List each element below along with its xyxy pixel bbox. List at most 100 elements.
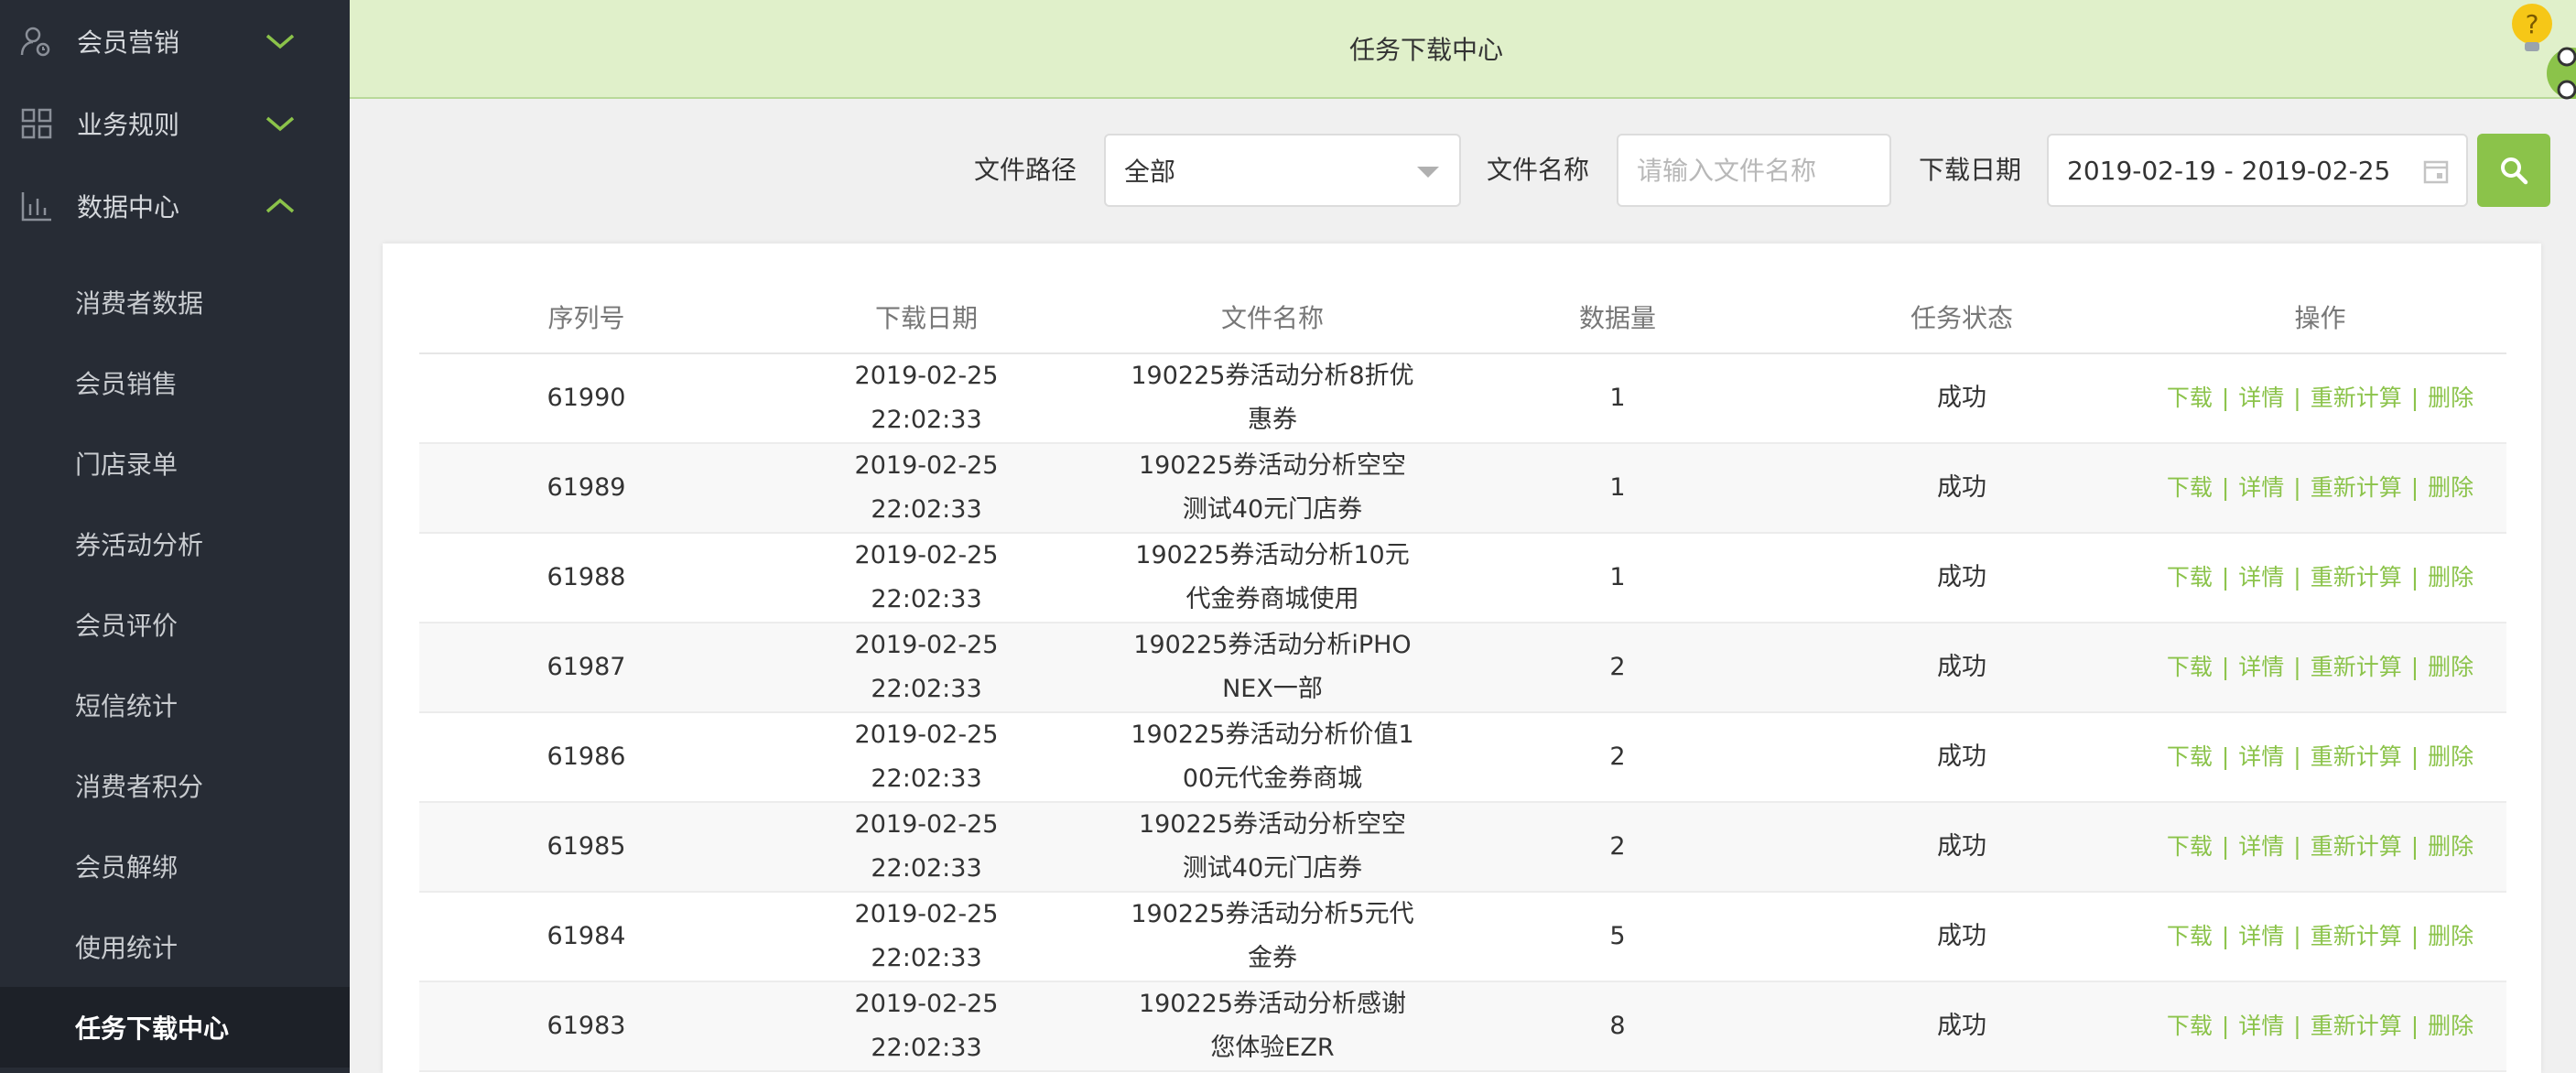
action-separator: | <box>2293 385 2301 411</box>
download-link[interactable]: 下载 <box>2167 385 2213 411</box>
sidebar-item-consumer-points[interactable]: 消费者积分 <box>0 745 350 826</box>
date-text: 2019-02-25 22:02:33 <box>854 451 999 524</box>
action-separator: | <box>2293 923 2301 949</box>
cell-count: 1 <box>1445 443 1790 534</box>
cell-date: 2019-02-25 22:02:33 <box>753 712 1099 803</box>
detail-link[interactable]: 详情 <box>2238 385 2284 411</box>
menu-group-data-center[interactable]: 数据中心 <box>0 165 350 247</box>
delete-link[interactable]: 删除 <box>2428 385 2473 411</box>
download-link[interactable]: 下载 <box>2167 654 2213 680</box>
cell-count: 2 <box>1445 712 1790 803</box>
cell-date: 2019-02-25 22:02:33 <box>753 533 1099 623</box>
filename-text: 190225券活动分析空空测试40元门店券 <box>1138 451 1407 524</box>
download-link[interactable]: 下载 <box>2167 564 2213 591</box>
menu-group-business-rules[interactable]: 业务规则 <box>0 82 350 165</box>
delete-link[interactable]: 删除 <box>2428 1013 2473 1039</box>
recalculate-link[interactable]: 重新计算 <box>2311 1013 2402 1039</box>
recalculate-link[interactable]: 重新计算 <box>2311 474 2402 501</box>
filename-text: 190225券活动分析感谢您体验EZR <box>1138 990 1407 1062</box>
recalculate-link[interactable]: 重新计算 <box>2311 564 2402 591</box>
chevron-down-icon <box>265 116 295 132</box>
download-link[interactable]: 下载 <box>2167 833 2213 860</box>
download-link[interactable]: 下载 <box>2167 743 2213 770</box>
cell-date: 2019-02-25 22:02:33 <box>753 623 1099 713</box>
cell-status: 成功 <box>1790 802 2134 893</box>
action-separator: | <box>2221 654 2230 680</box>
cell-actions: 下载 | 详情 | 重新计算 | 删除 <box>2134 353 2506 444</box>
delete-link[interactable]: 删除 <box>2428 743 2473 770</box>
sidebar-item-sms-stats[interactable]: 短信统计 <box>0 665 350 745</box>
cell-filename: 190225券活动分析感谢您体验EZR <box>1099 981 1445 1072</box>
menu-group-label: 会员营销 <box>77 27 180 58</box>
date-text: 2019-02-25 22:02:33 <box>854 900 999 972</box>
detail-link[interactable]: 详情 <box>2238 1013 2284 1039</box>
svg-text:?: ? <box>2526 9 2539 39</box>
cell-filename: 190225券活动分析5元代金券 <box>1099 892 1445 982</box>
cell-filename: 190225券活动分析10元代金券商城使用 <box>1099 533 1445 623</box>
table-header-row: 序列号 下载日期 文件名称 数据量 任务状态 操作 <box>419 280 2506 354</box>
delete-link[interactable]: 删除 <box>2428 654 2473 680</box>
sidebar-item-coupon-analysis[interactable]: 券活动分析 <box>0 504 350 584</box>
download-link[interactable]: 下载 <box>2167 1013 2213 1039</box>
table-row: 61985 2019-02-25 22:02:33 190225券活动分析空空测试4… <box>419 802 2506 893</box>
data-center-submenu: 消费者数据 会员销售 门店录单 券活动分析 会员评价 短信统计 消费者积分 会员… <box>0 247 350 1068</box>
cell-date: 2019-02-25 22:02:33 <box>753 353 1099 444</box>
download-link[interactable]: 下载 <box>2167 923 2213 949</box>
detail-link[interactable]: 详情 <box>2238 923 2284 949</box>
cell-status: 成功 <box>1790 533 2134 623</box>
search-icon <box>2501 157 2528 185</box>
delete-link[interactable]: 删除 <box>2428 564 2473 591</box>
delete-link[interactable]: 删除 <box>2428 833 2473 860</box>
task-table-card: 序列号 下载日期 文件名称 数据量 任务状态 操作 61990 2019-02-2… <box>383 244 2541 1073</box>
recalculate-link[interactable]: 重新计算 <box>2311 385 2402 411</box>
action-separator: | <box>2221 1013 2230 1039</box>
sidebar-item-consumer-data[interactable]: 消费者数据 <box>0 262 350 342</box>
sidebar-item-member-unbind[interactable]: 会员解绑 <box>0 826 350 906</box>
cell-date: 2019-02-25 22:02:33 <box>753 981 1099 1072</box>
chevron-up-icon <box>265 198 295 213</box>
action-separator: | <box>2221 474 2230 501</box>
page-header: 任务下载中心 ? <box>350 0 2576 100</box>
cell-actions: 下载 | 详情 | 重新计算 | 删除 <box>2134 533 2506 623</box>
recalculate-link[interactable]: 重新计算 <box>2311 743 2402 770</box>
cell-actions: 下载 | 详情 | 重新计算 | 删除 <box>2134 802 2506 893</box>
date-text: 2019-02-25 22:02:33 <box>854 631 999 703</box>
sidebar-item-store-orders[interactable]: 门店录单 <box>0 423 350 504</box>
cell-status: 成功 <box>1790 892 2134 982</box>
delete-link[interactable]: 删除 <box>2428 923 2473 949</box>
table-row: 61988 2019-02-25 22:02:33 190225券活动分析10元代金… <box>419 533 2506 623</box>
action-separator: | <box>2221 923 2230 949</box>
detail-link[interactable]: 详情 <box>2238 474 2284 501</box>
cell-actions: 下载 | 详情 | 重新计算 | 删除 <box>2134 712 2506 803</box>
sidebar-item-member-reviews[interactable]: 会员评价 <box>0 584 350 665</box>
cell-date: 2019-02-25 22:02:33 <box>753 892 1099 982</box>
recalculate-link[interactable]: 重新计算 <box>2311 654 2402 680</box>
column-header-status: 任务状态 <box>1790 280 2134 354</box>
file-name-input[interactable] <box>1637 155 1889 186</box>
search-button[interactable] <box>2477 134 2550 207</box>
cell-status: 成功 <box>1790 712 2134 803</box>
cell-id: 61987 <box>419 623 753 713</box>
detail-link[interactable]: 详情 <box>2238 743 2284 770</box>
cell-count: 1 <box>1445 353 1790 444</box>
menu-group-member-marketing[interactable]: 会员营销 <box>0 0 350 82</box>
recalculate-link[interactable]: 重新计算 <box>2311 833 2402 860</box>
sidebar-item-member-sales[interactable]: 会员销售 <box>0 342 350 423</box>
delete-link[interactable]: 删除 <box>2428 474 2473 501</box>
sidebar-item-usage-stats[interactable]: 使用统计 <box>0 906 350 987</box>
action-separator: | <box>2293 1013 2301 1039</box>
filter-bar: 文件路径 全部 文件名称 下载日期 2019-02-19 - 2019-02-2… <box>350 134 2576 207</box>
recalculate-link[interactable]: 重新计算 <box>2311 923 2402 949</box>
detail-link[interactable]: 详情 <box>2238 564 2284 591</box>
download-link[interactable]: 下载 <box>2167 474 2213 501</box>
detail-link[interactable]: 详情 <box>2238 833 2284 860</box>
cell-id: 61988 <box>419 533 753 623</box>
sidebar-item-task-download-center[interactable]: 任务下载中心 <box>0 987 350 1068</box>
detail-link[interactable]: 详情 <box>2238 654 2284 680</box>
table-row: 61990 2019-02-25 22:02:33 190225券活动分析8折优惠券… <box>419 353 2506 444</box>
cell-id: 61984 <box>419 892 753 982</box>
filename-text: 190225券活动分析8折优惠券 <box>1131 362 1414 434</box>
date-range-picker[interactable]: 2019-02-19 - 2019-02-25 <box>2047 134 2468 207</box>
action-separator: | <box>2221 385 2230 411</box>
file-path-select[interactable]: 全部 <box>1104 134 1461 207</box>
